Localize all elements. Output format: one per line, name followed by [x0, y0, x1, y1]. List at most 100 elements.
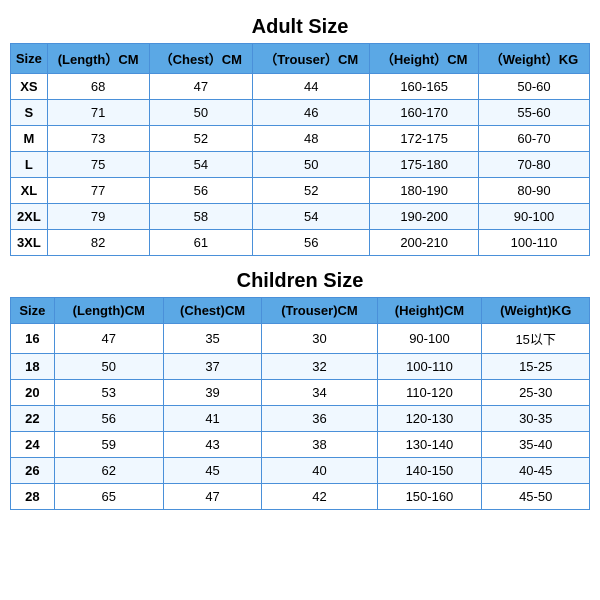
adult-size-table: Size(Length）CM（Chest）CM（Trouser）CM（Heigh… [10, 43, 590, 256]
table-cell: 35 [163, 324, 262, 354]
table-cell: 82 [47, 230, 149, 256]
table-cell: 2XL [11, 204, 48, 230]
table-cell: 130-140 [377, 432, 482, 458]
children-size-title: Children Size [10, 264, 590, 297]
table-row: 1647353090-10015以下 [11, 324, 590, 354]
table-cell: 15以下 [482, 324, 590, 354]
table-cell: 47 [163, 484, 262, 510]
table-cell: 56 [149, 178, 253, 204]
table-cell: 54 [253, 204, 370, 230]
table-cell: 16 [11, 324, 55, 354]
adult-header-row: Size(Length）CM（Chest）CM（Trouser）CM（Heigh… [11, 44, 590, 74]
table-cell: 50 [253, 152, 370, 178]
table-cell: 73 [47, 126, 149, 152]
table-cell: 120-130 [377, 406, 482, 432]
table-row: S715046160-17055-60 [11, 100, 590, 126]
table-row: 26624540140-15040-45 [11, 458, 590, 484]
table-cell: 39 [163, 380, 262, 406]
table-cell: 26 [11, 458, 55, 484]
table-cell: 75 [47, 152, 149, 178]
table-cell: 3XL [11, 230, 48, 256]
children-header-cell: (Weight)KG [482, 298, 590, 324]
table-cell: 62 [54, 458, 163, 484]
table-cell: L [11, 152, 48, 178]
table-row: 2XL795854190-20090-100 [11, 204, 590, 230]
table-row: 3XL826156200-210100-110 [11, 230, 590, 256]
table-row: 24594338130-14035-40 [11, 432, 590, 458]
table-cell: 20 [11, 380, 55, 406]
adult-table-body: XS684744160-16550-60S715046160-17055-60M… [11, 74, 590, 256]
adult-size-title: Adult Size [10, 10, 590, 43]
table-cell: 160-170 [370, 100, 479, 126]
table-cell: 50 [149, 100, 253, 126]
table-row: 20533934110-12025-30 [11, 380, 590, 406]
table-cell: 56 [54, 406, 163, 432]
table-row: 22564136120-13030-35 [11, 406, 590, 432]
table-cell: 46 [253, 100, 370, 126]
table-cell: 32 [262, 354, 377, 380]
table-cell: 43 [163, 432, 262, 458]
table-cell: 100-110 [377, 354, 482, 380]
table-cell: 53 [54, 380, 163, 406]
children-header-cell: (Length)CM [54, 298, 163, 324]
table-cell: 55-60 [479, 100, 590, 126]
table-cell: 40 [262, 458, 377, 484]
children-header-row: Size(Length)CM(Chest)CM(Trouser)CM(Heigh… [11, 298, 590, 324]
table-cell: 90-100 [377, 324, 482, 354]
table-cell: 80-90 [479, 178, 590, 204]
children-table-body: 1647353090-10015以下18503732100-11015-2520… [11, 324, 590, 510]
table-cell: S [11, 100, 48, 126]
table-cell: 61 [149, 230, 253, 256]
table-cell: 172-175 [370, 126, 479, 152]
table-cell: 44 [253, 74, 370, 100]
table-cell: 65 [54, 484, 163, 510]
table-cell: 36 [262, 406, 377, 432]
table-cell: 30 [262, 324, 377, 354]
table-cell: 47 [54, 324, 163, 354]
children-header-cell: (Chest)CM [163, 298, 262, 324]
table-cell: 28 [11, 484, 55, 510]
table-cell: 150-160 [377, 484, 482, 510]
table-cell: 35-40 [482, 432, 590, 458]
table-cell: 90-100 [479, 204, 590, 230]
adult-header-cell: （Chest）CM [149, 44, 253, 74]
size-chart-container: Adult Size Size(Length）CM（Chest）CM（Trous… [10, 10, 590, 510]
table-cell: 100-110 [479, 230, 590, 256]
table-cell: 15-25 [482, 354, 590, 380]
adult-table-header: Size(Length）CM（Chest）CM（Trouser）CM（Heigh… [11, 44, 590, 74]
children-header-cell: (Height)CM [377, 298, 482, 324]
table-cell: 50 [54, 354, 163, 380]
table-cell: 52 [253, 178, 370, 204]
table-cell: 180-190 [370, 178, 479, 204]
table-row: XS684744160-16550-60 [11, 74, 590, 100]
table-cell: 68 [47, 74, 149, 100]
table-cell: 45-50 [482, 484, 590, 510]
table-cell: 24 [11, 432, 55, 458]
table-row: L755450175-18070-80 [11, 152, 590, 178]
table-cell: 30-35 [482, 406, 590, 432]
table-cell: 71 [47, 100, 149, 126]
table-cell: 37 [163, 354, 262, 380]
table-row: 18503732100-11015-25 [11, 354, 590, 380]
adult-header-cell: (Length）CM [47, 44, 149, 74]
table-cell: 22 [11, 406, 55, 432]
table-cell: 38 [262, 432, 377, 458]
table-cell: 48 [253, 126, 370, 152]
table-cell: 160-165 [370, 74, 479, 100]
table-cell: 54 [149, 152, 253, 178]
table-cell: 77 [47, 178, 149, 204]
table-cell: 110-120 [377, 380, 482, 406]
children-table-header: Size(Length)CM(Chest)CM(Trouser)CM(Heigh… [11, 298, 590, 324]
children-header-cell: (Trouser)CM [262, 298, 377, 324]
table-cell: 42 [262, 484, 377, 510]
table-cell: 200-210 [370, 230, 479, 256]
children-header-cell: Size [11, 298, 55, 324]
table-cell: 58 [149, 204, 253, 230]
table-cell: XL [11, 178, 48, 204]
adult-header-cell: （Height）CM [370, 44, 479, 74]
table-cell: 175-180 [370, 152, 479, 178]
table-row: M735248172-17560-70 [11, 126, 590, 152]
table-cell: M [11, 126, 48, 152]
table-row: XL775652180-19080-90 [11, 178, 590, 204]
table-cell: 70-80 [479, 152, 590, 178]
